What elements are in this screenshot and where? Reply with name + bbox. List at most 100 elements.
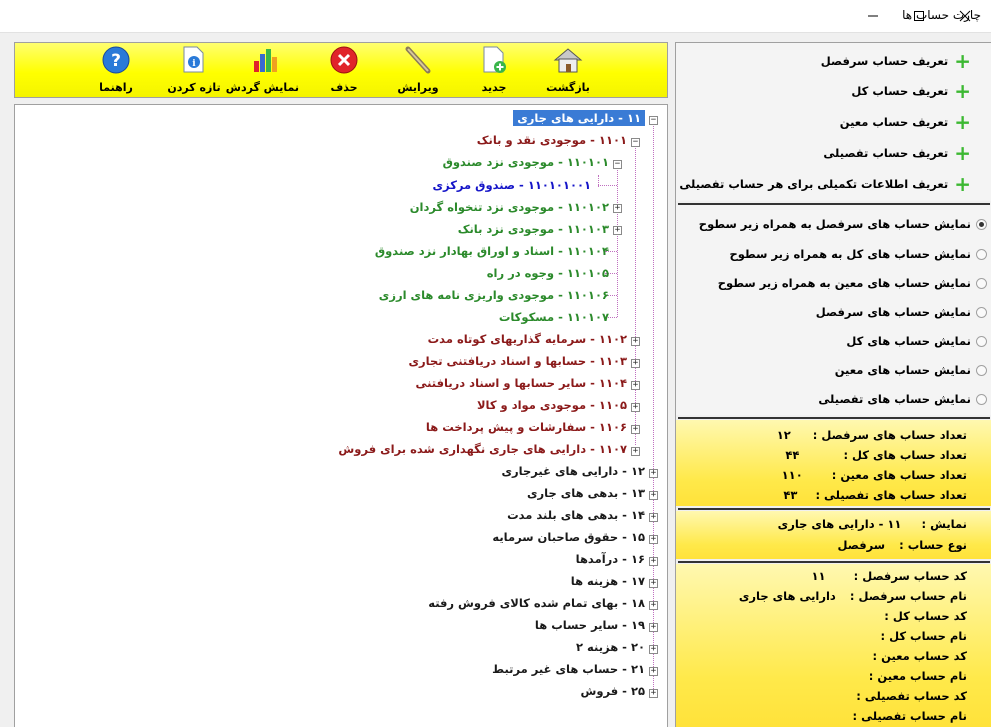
svg-text:?: ?	[111, 51, 121, 71]
collapse-toggle[interactable]: −	[631, 138, 640, 147]
expand-toggle[interactable]: +	[631, 447, 640, 456]
bar-chart-icon	[249, 45, 283, 75]
divider	[678, 417, 990, 419]
view-show-row: نمایش : ۱۱ - دارایی های جاری	[777, 517, 967, 531]
tree-node-1105[interactable]: ۱۱۰۵ - موجودی مواد و کالا	[477, 397, 627, 413]
tree-node-110105[interactable]: ۱۱۰۱۰۵ - وجوه در راه	[487, 265, 609, 281]
collapse-toggle[interactable]: −	[613, 160, 622, 169]
tree-connector	[617, 167, 618, 317]
tree-node-110103[interactable]: ۱۱۰۱۰۳ - موجودی نزد بانک	[458, 221, 609, 237]
expand-toggle[interactable]: +	[649, 513, 658, 522]
tree-node-12[interactable]: ۱۲ - دارایی های غیرجاری	[502, 463, 646, 479]
define-total-account-button[interactable]: + تعریف حساب کل	[851, 81, 971, 101]
expand-toggle[interactable]: +	[649, 689, 658, 698]
expand-toggle[interactable]: +	[649, 579, 658, 588]
radio-show-detail[interactable]: نمایش حساب های تفصیلی	[818, 390, 987, 408]
tree-node-11[interactable]: ۱۱ - دارایی های جاری	[513, 110, 645, 126]
help-button[interactable]: ? راهنما	[83, 45, 149, 97]
tree-node-15[interactable]: ۱۵ - حقوق صاحبان سرمایه	[492, 529, 645, 545]
maximize-icon	[914, 11, 924, 21]
radio-icon	[976, 306, 987, 318]
edit-button[interactable]: ویرایش	[385, 45, 451, 97]
count-total-row: تعداد حساب های کل : ۴۴	[785, 448, 967, 462]
divider	[678, 561, 990, 563]
tree-node-1107[interactable]: ۱۱۰۷ - دارایی های جاری نگهداری شده برای …	[338, 441, 627, 457]
refresh-button[interactable]: i تازه کردن	[161, 45, 227, 97]
radio-show-header[interactable]: نمایش حساب های سرفصل	[816, 303, 987, 321]
detail-moein-name-row: نام حساب معین :	[868, 669, 967, 683]
define-extra-info-button[interactable]: + تعریف اطلاعات تکمیلی برای هر حساب تفصی…	[679, 174, 971, 194]
count-detail-value: ۴۳	[783, 488, 798, 502]
house-icon	[551, 45, 585, 75]
expand-toggle[interactable]: +	[649, 557, 658, 566]
plus-icon: +	[954, 172, 971, 196]
tree-node-110107[interactable]: ۱۱۰۱۰۷ - مسکوکات	[499, 309, 609, 325]
radio-show-total[interactable]: نمایش حساب های کل	[846, 332, 987, 350]
tree-node-13[interactable]: ۱۳ - بدهی های جاری	[527, 485, 645, 501]
tree-node-25[interactable]: ۲۵ - فروش	[580, 683, 645, 699]
define-detail-account-button[interactable]: + تعریف حساب تفصیلی	[823, 143, 971, 163]
pencil-icon	[401, 45, 435, 75]
tree-node-1102[interactable]: ۱۱۰۲ - سرمایه گذاریهای کوتاه مدت	[428, 331, 627, 347]
count-header-row: تعداد حساب های سرفصل : ۱۲	[776, 428, 967, 442]
count-total-value: ۴۴	[785, 448, 800, 462]
account-tree[interactable]: − ۱۱ - دارایی های جاری − ۱۱۰۱ - موجودی ن…	[14, 104, 668, 727]
tree-node-110102[interactable]: ۱۱۰۱۰۲ - موجودی نزد تنخواه گردان	[410, 199, 609, 215]
tree-node-110106[interactable]: ۱۱۰۱۰۶ - موجودی واریزی نامه های ارزی	[379, 287, 609, 303]
radio-icon	[976, 248, 987, 260]
view-section: نمایش : ۱۱ - دارایی های جاری نوع حساب : …	[676, 511, 991, 559]
radio-show-header-with-sub[interactable]: نمایش حساب های سرفصل به همراه زیر سطوح	[699, 215, 987, 233]
expand-toggle[interactable]: +	[649, 469, 658, 478]
expand-toggle[interactable]: +	[631, 337, 640, 346]
expand-toggle[interactable]: +	[631, 425, 640, 434]
collapse-toggle[interactable]: −	[649, 116, 658, 125]
close-icon	[959, 10, 971, 22]
detail-header-name-row: نام حساب سرفصل : دارایی های جاری	[738, 589, 967, 603]
expand-toggle[interactable]: +	[649, 645, 658, 654]
tree-node-110101001[interactable]: ۱۱۰۱۰۱۰۰۱ - صندوق مرکزی	[433, 177, 592, 193]
tree-node-17[interactable]: ۱۷ - هزینه ها	[571, 573, 645, 589]
radio-icon	[976, 335, 987, 347]
radio-show-moein-with-sub[interactable]: نمایش حساب های معین به همراه زیر سطوح	[718, 274, 987, 292]
close-window-button[interactable]	[942, 0, 988, 32]
expand-toggle[interactable]: +	[649, 667, 658, 676]
details-section: کد حساب سرفصل : ۱۱ نام حساب سرفصل : دارا…	[676, 564, 991, 727]
expand-toggle[interactable]: +	[649, 535, 658, 544]
show-turnover-button[interactable]: نمایش گردش	[226, 45, 299, 97]
expand-toggle[interactable]: +	[613, 226, 622, 235]
expand-toggle[interactable]: +	[649, 491, 658, 500]
delete-button[interactable]: حذف	[311, 45, 377, 97]
expand-toggle[interactable]: +	[649, 601, 658, 610]
tree-node-20[interactable]: ۲۰ - هزینه ۲	[576, 639, 645, 655]
maximize-button[interactable]	[896, 0, 942, 32]
define-moein-account-button[interactable]: + تعریف حساب معین	[840, 112, 971, 132]
radio-show-total-with-sub[interactable]: نمایش حساب های کل به همراه زیر سطوح	[729, 245, 987, 263]
tree-node-110104[interactable]: ۱۱۰۱۰۴ - اسناد و اوراق بهادار نزد صندوق	[375, 243, 609, 259]
tree-node-16[interactable]: ۱۶ - درآمدها	[576, 551, 645, 567]
tree-node-1106[interactable]: ۱۱۰۶ - سفارشات و پیش پرداخت ها	[426, 419, 627, 435]
plus-icon: +	[954, 141, 971, 165]
radio-icon	[976, 277, 987, 289]
back-button[interactable]: بازگشت	[535, 45, 601, 97]
count-header-value: ۱۲	[776, 428, 791, 442]
expand-toggle[interactable]: +	[631, 403, 640, 412]
minimize-button[interactable]	[850, 0, 896, 32]
expand-toggle[interactable]: +	[613, 204, 622, 213]
expand-toggle[interactable]: +	[649, 623, 658, 632]
tree-node-21[interactable]: ۲۱ - حساب های غیر مرتبط	[492, 661, 645, 677]
tree-connector	[598, 185, 617, 186]
new-button[interactable]: جدید	[461, 45, 527, 97]
radio-show-moein[interactable]: نمایش حساب های معین	[835, 361, 987, 379]
expand-toggle[interactable]: +	[631, 381, 640, 390]
tree-node-1101[interactable]: ۱۱۰۱ - موجودی نقد و بانک	[477, 132, 627, 148]
radio-icon	[976, 364, 987, 376]
expand-toggle[interactable]: +	[631, 359, 640, 368]
tree-node-1103[interactable]: ۱۱۰۳ - حسابها و اسناد دریافتنی تجاری	[408, 353, 627, 369]
define-header-account-button[interactable]: + تعریف حساب سرفصل	[821, 51, 971, 71]
tree-node-18[interactable]: ۱۸ - بهای تمام شده کالای فروش رفته	[428, 595, 645, 611]
tree-node-14[interactable]: ۱۴ - بدهی های بلند مدت	[507, 507, 645, 523]
tree-node-19[interactable]: ۱۹ - سایر حساب ها	[535, 617, 645, 633]
tree-node-1104[interactable]: ۱۱۰۴ - سایر حسابها و اسناد دریافتنی	[415, 375, 627, 391]
tree-node-110101[interactable]: ۱۱۰۱۰۱ - موجودی نزد صندوق	[443, 154, 609, 170]
side-panel: + تعریف حساب سرفصل + تعریف حساب کل + تعر…	[675, 42, 991, 727]
